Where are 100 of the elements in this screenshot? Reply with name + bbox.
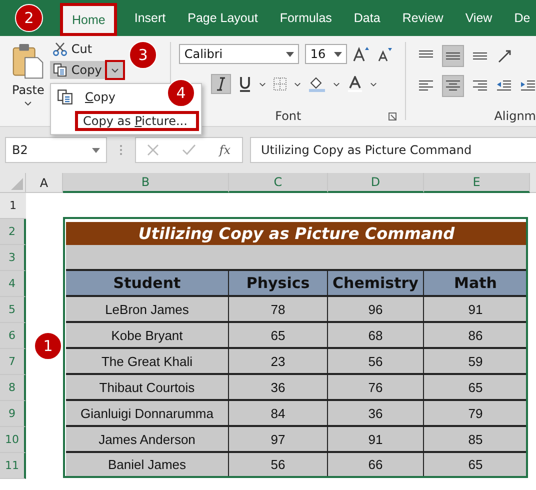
table-cell: 76 <box>328 375 424 401</box>
function-button[interactable]: fx <box>219 143 231 157</box>
caret-icon <box>110 68 119 72</box>
copy-dropdown-button[interactable] <box>104 60 125 80</box>
column-heading: Math <box>424 271 527 297</box>
row-header[interactable]: 3 <box>0 245 26 271</box>
table-cell: Kobe Bryant <box>66 323 229 349</box>
table-cell: James Anderson <box>66 427 229 453</box>
column-header[interactable]: A <box>26 173 63 193</box>
ribbon-tab[interactable]: Insert <box>123 0 177 36</box>
menu-item[interactable]: Copy <box>51 87 116 107</box>
table-cell: LeBron James <box>66 297 229 323</box>
row-header[interactable]: 2 <box>0 219 26 245</box>
row-header[interactable]: 7 <box>0 349 26 375</box>
table-cell: 65 <box>424 375 527 401</box>
ribbon-tab[interactable]: Formulas <box>268 0 343 36</box>
table-cell: Thibaut Courtois <box>66 375 229 401</box>
table-cell: 59 <box>424 349 527 375</box>
ribbon-tab[interactable]: Home <box>60 3 118 36</box>
column-heading: Student <box>66 271 229 297</box>
copy-button[interactable]: Copy <box>50 61 105 79</box>
caret-icon <box>370 82 378 86</box>
copy-icon <box>57 89 73 105</box>
table-cell: 65 <box>424 453 527 476</box>
italic-button[interactable] <box>211 74 232 94</box>
scissors-icon <box>53 42 68 56</box>
column-heading: Physics <box>229 271 328 297</box>
grip-icon <box>119 144 123 156</box>
center-align-button[interactable] <box>442 75 464 97</box>
column-header[interactable]: C <box>229 173 328 193</box>
decrease-indent-icon <box>496 79 512 93</box>
borders-icon <box>273 77 288 91</box>
table-cell: 78 <box>229 297 328 323</box>
column-header[interactable]: E <box>424 173 530 193</box>
table-cell: 36 <box>328 401 424 427</box>
name-box[interactable]: B2 <box>5 137 107 163</box>
copy-icon <box>53 63 68 77</box>
table-cell: 23 <box>229 349 328 375</box>
font-name-field[interactable]: Calibri <box>179 44 300 64</box>
align-right-icon <box>472 79 488 93</box>
table-cell: 65 <box>229 323 328 349</box>
table-title: Utilizing Copy as Picture Command <box>66 222 527 245</box>
table-cell: 79 <box>424 401 527 427</box>
column-header[interactable]: B <box>63 173 229 193</box>
paste-button[interactable]: Paste <box>10 36 46 106</box>
check-icon <box>182 144 196 156</box>
decrease-font-icon <box>377 46 394 62</box>
table-cell: Gianluigi Donnarumma <box>66 401 229 427</box>
column-header[interactable]: D <box>328 173 424 193</box>
row-header[interactable]: 4 <box>0 271 26 297</box>
increase-font-icon <box>353 46 372 62</box>
group-label: Alignm <box>494 109 536 123</box>
caret-icon <box>333 82 340 86</box>
triangle-icon <box>11 178 23 190</box>
caret-icon <box>259 82 266 86</box>
table-cell: Baniel James <box>66 453 229 476</box>
middle-align-button[interactable] <box>442 45 464 67</box>
cut-button[interactable]: Cut <box>50 40 125 58</box>
table-cell: 84 <box>229 401 328 427</box>
ribbon-tab[interactable]: Page Layout <box>176 0 269 36</box>
table-cell: 97 <box>229 427 328 453</box>
ribbon-tab[interactable]: Data <box>342 0 392 36</box>
align-left-icon <box>418 79 434 93</box>
row-header[interactable]: 1 <box>0 193 26 219</box>
italic-icon <box>216 77 226 91</box>
bottom-align-icon <box>472 52 488 60</box>
table-cell: 36 <box>229 375 328 401</box>
font-color-icon <box>347 76 364 92</box>
table-cell: The Great Khali <box>66 349 229 375</box>
increase-indent-icon <box>520 79 536 93</box>
align-center-icon <box>445 79 461 93</box>
menu-item[interactable]: Copy as Picture... <box>75 111 199 131</box>
table-cell: 91 <box>328 427 424 453</box>
fill-color-icon <box>308 76 326 92</box>
caret-icon <box>286 52 294 56</box>
formula-field[interactable]: Utilizing Copy as Picture Command <box>250 137 536 163</box>
table-cell: 85 <box>424 427 527 453</box>
table-cell: 66 <box>328 453 424 476</box>
table-cell: 56 <box>229 453 328 476</box>
ribbon-tab[interactable]: Review <box>391 0 454 36</box>
row-header[interactable]: 11 <box>0 453 26 479</box>
table-cell: 56 <box>328 349 424 375</box>
caret-icon <box>334 52 342 56</box>
row-header[interactable]: 5 <box>0 297 26 323</box>
dialog-launcher-icon <box>388 112 398 121</box>
table-cell: 96 <box>328 297 424 323</box>
table-cell: 68 <box>328 323 424 349</box>
caret-icon <box>92 148 100 152</box>
row-header[interactable]: 6 <box>0 323 26 349</box>
group-label: Font <box>275 109 302 123</box>
table-cell: 86 <box>424 323 527 349</box>
row-header[interactable]: 10 <box>0 427 26 453</box>
caret-icon <box>294 82 302 86</box>
ribbon-tab[interactable]: View <box>454 0 504 36</box>
row-header[interactable]: 8 <box>0 375 26 401</box>
clipboard-icon <box>12 42 44 80</box>
font-size-field[interactable]: 16 <box>305 44 348 64</box>
row-header[interactable]: 9 <box>0 401 26 427</box>
ribbon-tab[interactable]: De <box>503 0 536 36</box>
caret-icon <box>24 101 32 106</box>
